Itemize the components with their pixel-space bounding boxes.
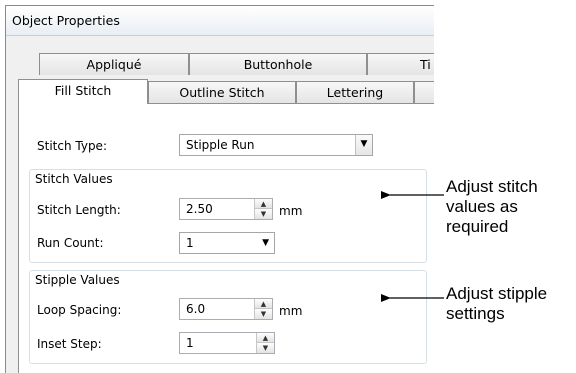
callout-arrows [381, 191, 444, 302]
